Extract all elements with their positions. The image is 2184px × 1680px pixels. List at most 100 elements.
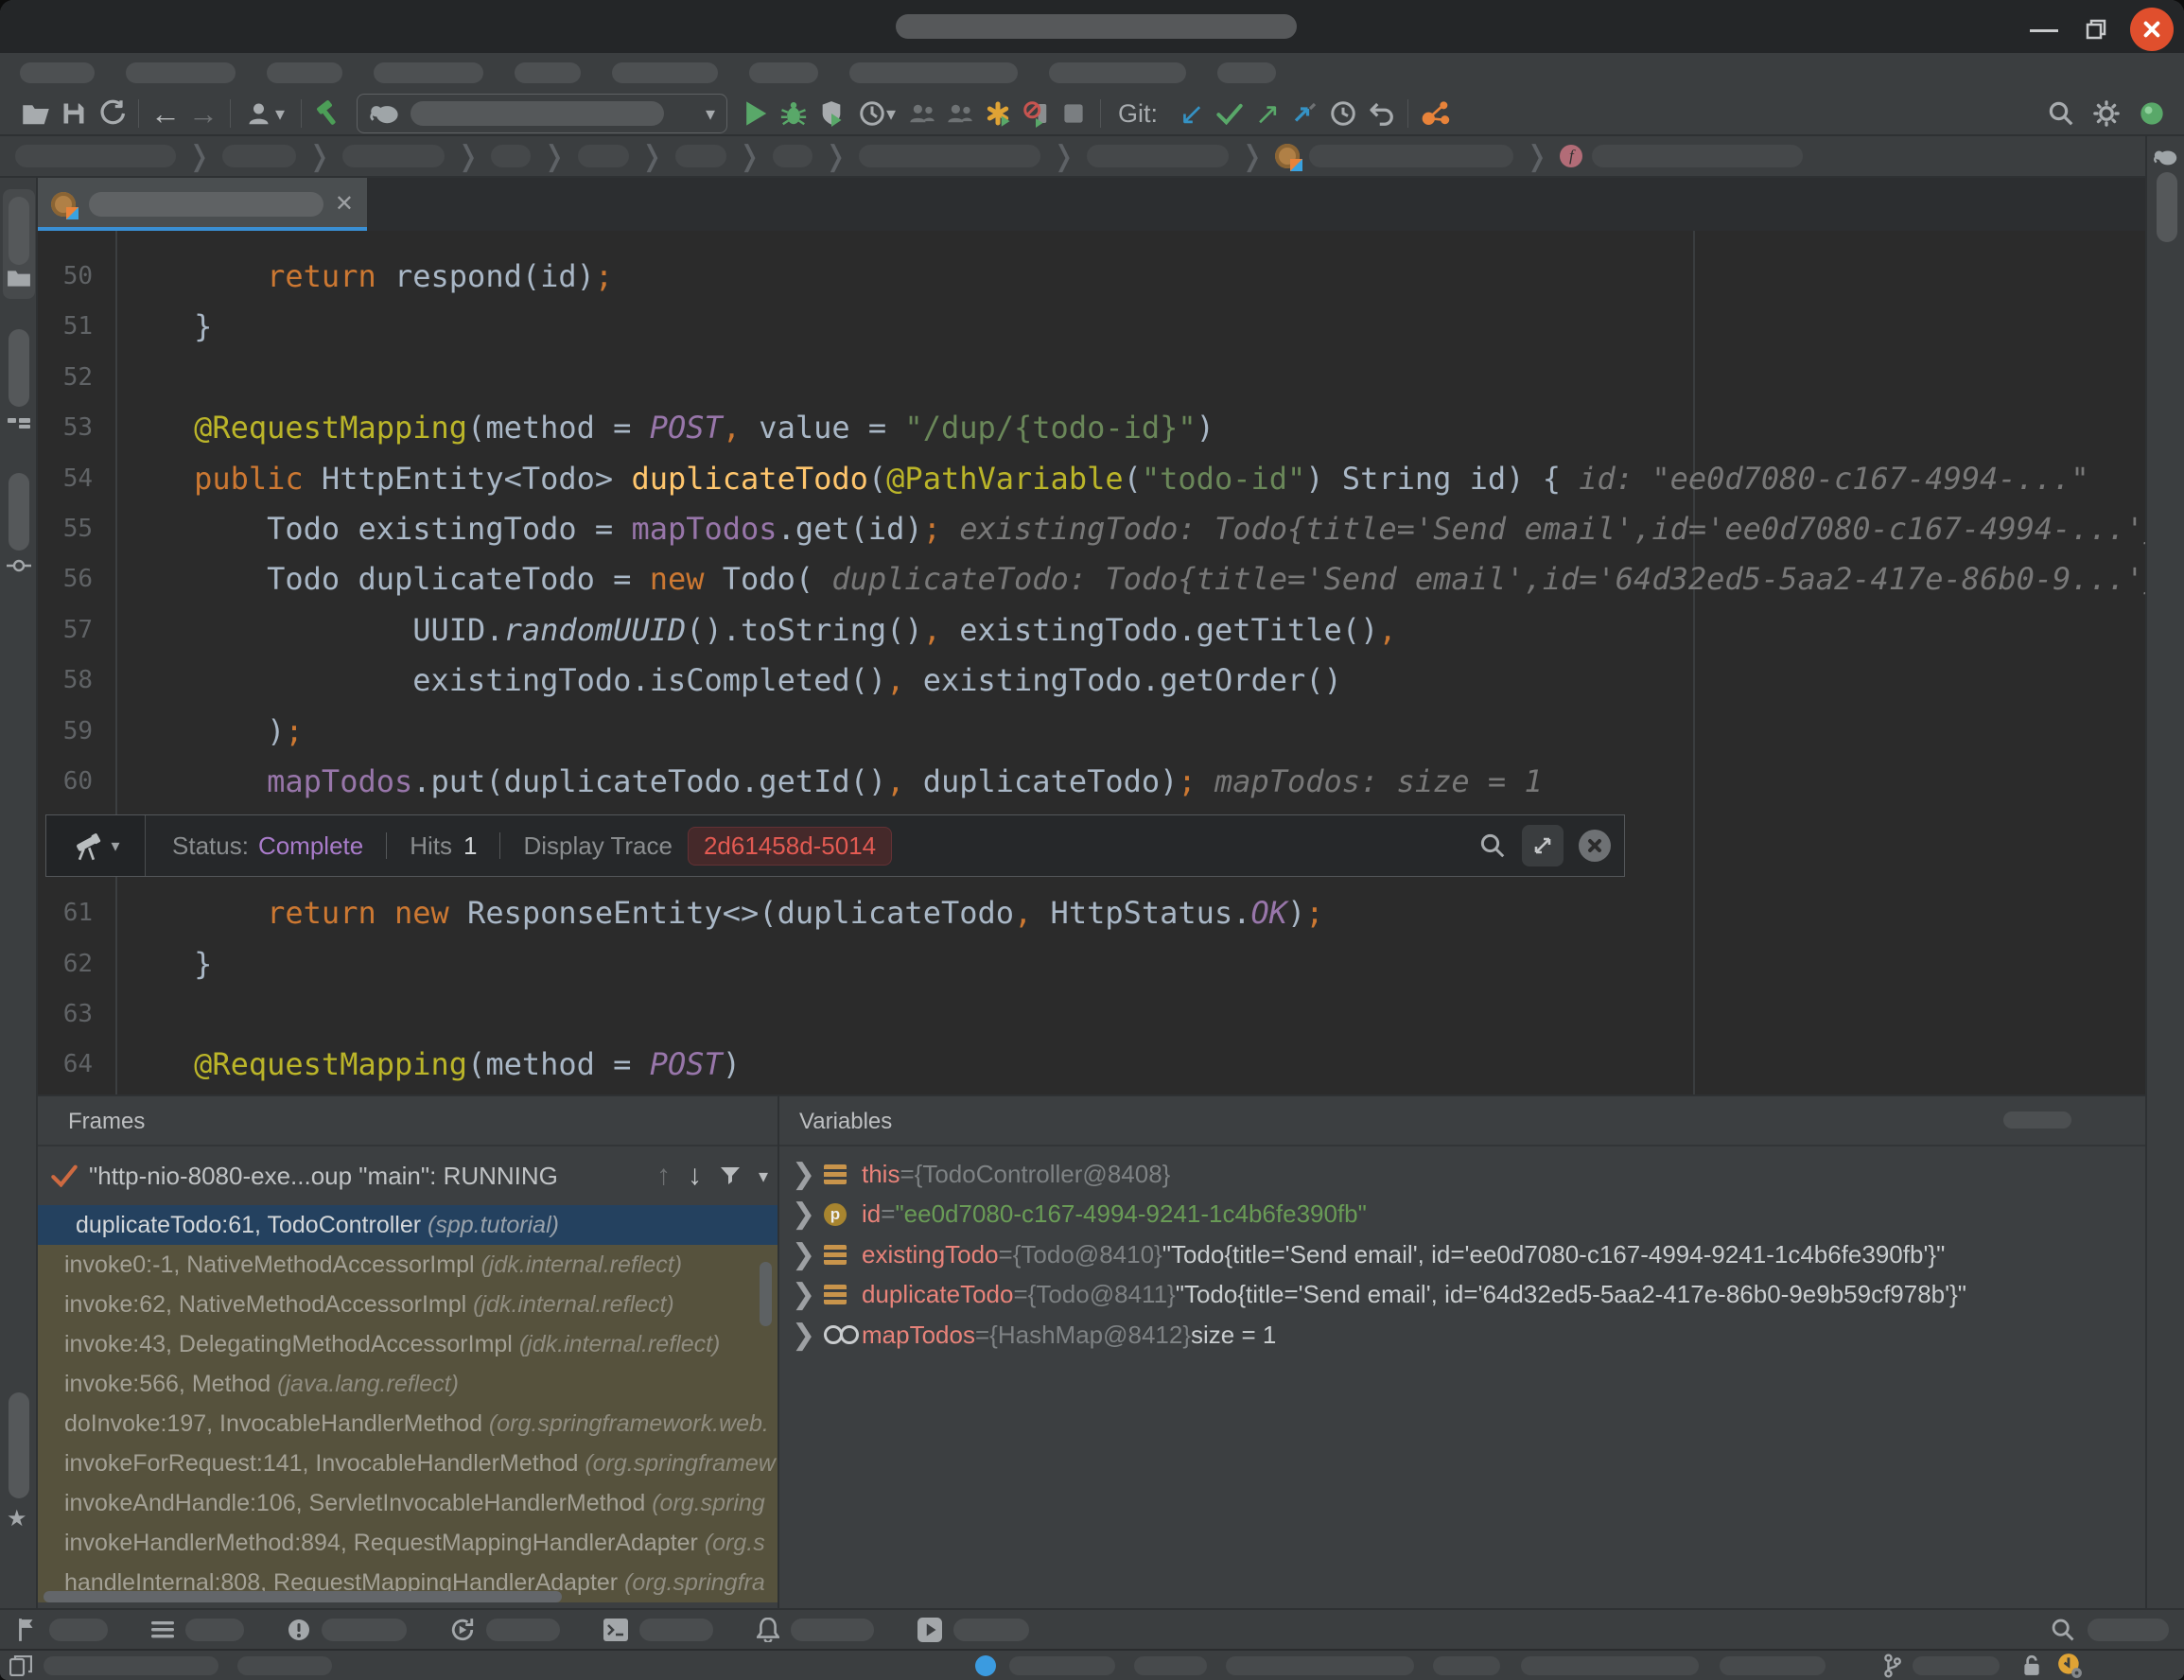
stop-icon[interactable] [1055, 96, 1092, 131]
expand-chevron-icon[interactable]: ❯ [792, 1198, 824, 1231]
code-line[interactable]: 64 @RequestMapping(method = POST) [38, 1040, 2145, 1090]
code-line[interactable]: 50 return respond(id); [38, 252, 2145, 302]
redacted-breadcrumb-item[interactable] [222, 145, 296, 167]
code-line[interactable]: 62 } [38, 939, 2145, 989]
editor-tab-active[interactable]: ✕ [38, 178, 367, 231]
redacted-menu-item[interactable] [612, 62, 718, 83]
frames-vertical-scrollbar[interactable] [760, 1262, 772, 1326]
commit-icon[interactable] [7, 558, 31, 573]
toolwindow-search[interactable] [2050, 1617, 2169, 1643]
arrow-down-icon[interactable]: ↓ [688, 1160, 702, 1192]
lock-icon[interactable] [2022, 1654, 2041, 1677]
assistant-orb-icon[interactable] [2133, 96, 2171, 131]
toolwindow-todo[interactable] [151, 1619, 244, 1641]
run-with-coverage-icon[interactable] [812, 96, 850, 131]
expand-chevron-icon[interactable]: ❯ [792, 1319, 824, 1352]
redacted-breadcrumb-class[interactable] [1309, 145, 1513, 167]
toolwindow-vcs[interactable] [15, 1618, 108, 1642]
redacted-breadcrumb-item[interactable] [773, 145, 812, 167]
stack-frame-row[interactable]: invoke:43, DelegatingMethodAccessorImpl … [38, 1324, 778, 1364]
profiler-icon[interactable]: ▾ [850, 96, 903, 131]
attach-debugger-icon[interactable] [941, 96, 979, 131]
frames-horizontal-scrollbar[interactable] [44, 1591, 562, 1602]
trace-id-badge[interactable]: 2d61458d-5014 [688, 827, 892, 866]
variable-row[interactable]: ❯pid = "ee0d7080-c167-4994-9241-1c4b6fe3… [779, 1195, 2145, 1235]
redacted-header-control[interactable] [2003, 1111, 2071, 1129]
stack-frame-row[interactable]: invokeHandlerMethod:894, RequestMappingH… [38, 1523, 778, 1563]
code-line[interactable]: 56 Todo duplicateTodo = new Todo( duplic… [38, 554, 2145, 604]
settings-gear-icon[interactable] [2088, 96, 2125, 131]
rerun-tests-icon[interactable] [979, 96, 1017, 131]
close-button[interactable] [2130, 8, 2174, 51]
forward-icon[interactable]: → [184, 96, 222, 131]
sync-icon[interactable] [93, 96, 131, 131]
toolwindow-problems[interactable] [288, 1619, 407, 1641]
code-line[interactable]: 57 UUID.randomUUID().toString(), existin… [38, 605, 2145, 656]
variable-row[interactable]: ❯mapTodos = {HashMap@8412} size = 1 [779, 1315, 2145, 1356]
variable-row[interactable]: ❯duplicateTodo = {Todo@8411} "Todo{title… [779, 1275, 2145, 1316]
redacted-menu-item[interactable] [1217, 62, 1276, 83]
close-tab-icon[interactable]: ✕ [335, 193, 354, 216]
attach-profiler-icon[interactable] [903, 96, 941, 131]
redacted-breadcrumb-item[interactable] [675, 145, 726, 167]
variable-row[interactable]: ❯existingTodo = {Todo@8410} "Todo{title=… [779, 1234, 2145, 1275]
arrow-up-icon[interactable]: ↑ [656, 1160, 671, 1192]
history-icon[interactable] [1324, 96, 1362, 131]
stack-frame-row[interactable]: invokeAndHandle:106, ServletInvocableHan… [38, 1483, 778, 1523]
stop-listening-icon[interactable] [1017, 96, 1055, 131]
redacted-menu-item[interactable] [515, 62, 581, 83]
filter-icon[interactable] [719, 1164, 742, 1187]
redacted-breadcrumb-item[interactable] [859, 145, 1040, 167]
redacted-menu-item[interactable] [267, 62, 342, 83]
run-configuration-select[interactable]: ▾ [357, 94, 727, 133]
toolwindow-terminal[interactable] [603, 1619, 713, 1641]
open-folder-icon[interactable] [17, 96, 55, 131]
expand-chevron-icon[interactable]: ❯ [792, 1238, 824, 1271]
redacted-breadcrumb-item[interactable] [15, 145, 176, 167]
redacted-menu-item[interactable] [20, 62, 95, 83]
back-icon[interactable]: ← [147, 96, 184, 131]
git-branch-icon[interactable] [1882, 1654, 1901, 1678]
code-line[interactable]: 51 } [38, 302, 2145, 352]
code-line[interactable]: 55 Todo existingTodo = mapTodos.get(id);… [38, 504, 2145, 554]
close-trace-icon[interactable] [1579, 830, 1611, 862]
toolwindow-run[interactable] [450, 1618, 560, 1642]
toolwindow-notifications[interactable] [757, 1618, 874, 1642]
redacted-branch-name[interactable] [1913, 1656, 2000, 1675]
code-line[interactable]: 58 existingTodo.isCompleted(), existingT… [38, 656, 2145, 706]
redacted-menu-item[interactable] [374, 62, 483, 83]
redacted-breadcrumb-item[interactable] [342, 145, 445, 167]
thread-selector[interactable]: "http-nio-8080-exe...oup "main": RUNNING… [38, 1146, 778, 1205]
code-line[interactable]: 60 mapTodos.put(duplicateTodo.getId(), d… [38, 757, 2145, 807]
undo-icon[interactable] [1362, 96, 1400, 131]
redacted-breadcrumb-item[interactable] [578, 145, 629, 167]
debug-icon[interactable] [775, 96, 812, 131]
git-push-icon[interactable]: ↗ [1249, 96, 1286, 131]
code-line[interactable]: 61 return new ResponseEntity<>(duplicate… [38, 888, 2145, 938]
stack-frame-row[interactable]: invokeForRequest:141, InvocableHandlerMe… [38, 1444, 778, 1483]
git-merge-icon[interactable] [1286, 96, 1324, 131]
search-icon[interactable] [2042, 96, 2080, 131]
minimize-button[interactable] [2030, 29, 2058, 32]
git-update-icon[interactable]: ↙ [1173, 96, 1211, 131]
trace-bar-left-section[interactable]: ▾ [46, 815, 146, 876]
gradle-elephant-icon[interactable] [2153, 148, 2179, 166]
code-line[interactable]: 63 [38, 989, 2145, 1040]
stack-frame-current[interactable]: duplicateTodo:61, TodoController (spp.tu… [38, 1205, 778, 1245]
variable-row[interactable]: ❯this = {TodoController@8408} [779, 1154, 2145, 1195]
stack-frame-row[interactable]: invoke:62, NativeMethodAccessorImpl (jdk… [38, 1285, 778, 1324]
layout-icon[interactable] [9, 1655, 32, 1676]
toolwindow-services[interactable] [917, 1618, 1029, 1642]
stack-frame-row[interactable]: doInvoke:197, InvocableHandlerMethod (or… [38, 1404, 778, 1444]
expand-icon[interactable] [1522, 825, 1564, 866]
expand-chevron-icon[interactable]: ❯ [792, 1158, 824, 1191]
code-line[interactable]: 53 @RequestMapping(method = POST, value … [38, 403, 2145, 453]
favorites-star-icon[interactable]: ★ [7, 1505, 27, 1532]
code-editor[interactable]: 50 return respond(id);51 }5253 @RequestM… [38, 231, 2145, 1094]
redacted-breadcrumb-item[interactable] [1087, 145, 1229, 167]
redacted-menu-item[interactable] [126, 62, 236, 83]
chevron-down-icon[interactable]: ▾ [759, 1164, 768, 1188]
stack-frame-row[interactable]: invoke0:-1, NativeMethodAccessorImpl (jd… [38, 1245, 778, 1285]
build-hammer-icon[interactable] [309, 96, 347, 131]
redacted-menu-item[interactable] [749, 62, 818, 83]
